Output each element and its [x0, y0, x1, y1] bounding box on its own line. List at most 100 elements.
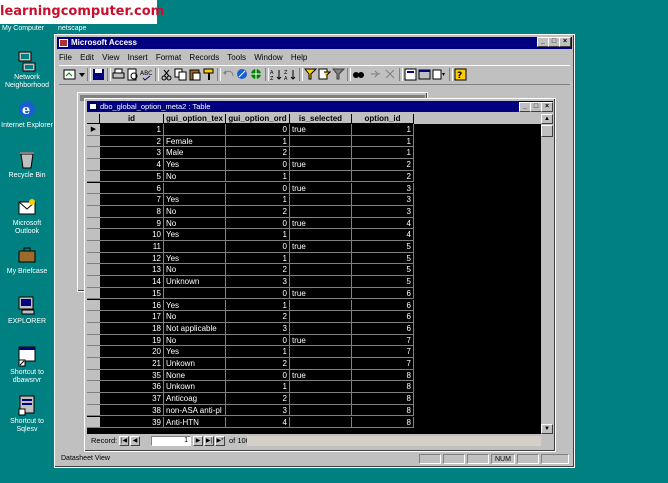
help-icon[interactable]: ?: [454, 68, 467, 81]
table-row[interactable]: 37 Anticoag 2 8: [87, 393, 541, 405]
cell-id[interactable]: 20: [100, 346, 164, 358]
cell-gui-option-text[interactable]: non-ASA anti-pl: [164, 404, 226, 417]
table-row[interactable]: 20 Yes 1 7: [87, 346, 541, 358]
record-selector[interactable]: [87, 147, 100, 160]
cell-gui-option-order[interactable]: 2: [226, 205, 290, 218]
cell-option-id[interactable]: 4: [352, 217, 414, 230]
save-icon[interactable]: [92, 68, 105, 81]
table-row[interactable]: 15 0 true 6: [87, 287, 541, 300]
cell-id[interactable]: 8: [100, 205, 164, 218]
desktop-icon-outlook[interactable]: Microsoft Outlook: [0, 196, 54, 236]
cell-gui-option-text[interactable]: No: [164, 205, 226, 218]
menu-window[interactable]: Window: [254, 53, 282, 62]
record-selector[interactable]: [87, 334, 100, 347]
cell-is-selected[interactable]: [290, 170, 352, 183]
cell-id[interactable]: 35: [100, 369, 164, 382]
cell-option-id[interactable]: 8: [352, 416, 414, 429]
cell-gui-option-order[interactable]: 0: [226, 182, 290, 195]
cell-id[interactable]: 10: [100, 229, 164, 241]
cell-id[interactable]: 36: [100, 381, 164, 394]
cell-gui-option-text[interactable]: None: [164, 369, 226, 382]
datasheet-grid[interactable]: id gui_option_tex gui_option_ord is_sele…: [87, 114, 541, 434]
cell-gui-option-text[interactable]: Yes: [164, 159, 226, 171]
cell-id[interactable]: 15: [100, 287, 164, 300]
table-titlebar[interactable]: dbo_global_option_meta2 : Table: [87, 101, 553, 112]
cell-is-selected[interactable]: true: [290, 182, 352, 195]
delete-record-icon[interactable]: [384, 68, 397, 81]
record-selector[interactable]: [87, 404, 100, 417]
table-row[interactable]: 35 None 0 true 8: [87, 369, 541, 382]
menu-file[interactable]: File: [59, 53, 72, 62]
last-record-button[interactable]: ▶|: [204, 436, 214, 446]
cell-gui-option-text[interactable]: [164, 287, 226, 300]
cell-id[interactable]: 16: [100, 299, 164, 312]
cell-id[interactable]: 4: [100, 159, 164, 171]
cell-is-selected[interactable]: [290, 358, 352, 370]
cell-id[interactable]: 12: [100, 252, 164, 265]
cell-is-selected[interactable]: [290, 311, 352, 323]
record-selector[interactable]: [87, 217, 100, 230]
cell-is-selected[interactable]: [290, 147, 352, 160]
record-selector[interactable]: [87, 346, 100, 358]
record-selector[interactable]: [87, 205, 100, 218]
column-header-is-selected[interactable]: is_selected: [290, 114, 352, 124]
cell-gui-option-text[interactable]: Yes: [164, 346, 226, 358]
spelling-icon[interactable]: ABC: [140, 68, 153, 81]
record-selector[interactable]: [87, 252, 100, 265]
next-record-button[interactable]: ▶: [193, 436, 203, 446]
desktop-icon-shortcut-sqlesv[interactable]: Shortcut to Sqlesv: [0, 394, 54, 434]
cell-gui-option-text[interactable]: No: [164, 334, 226, 347]
cell-is-selected[interactable]: [290, 299, 352, 312]
cell-is-selected[interactable]: [290, 229, 352, 241]
table-row[interactable]: 13 No 2 5: [87, 264, 541, 277]
cell-option-id[interactable]: 8: [352, 393, 414, 405]
cell-gui-option-order[interactable]: 3: [226, 322, 290, 335]
cell-is-selected[interactable]: true: [290, 369, 352, 382]
first-record-button[interactable]: |◀: [119, 436, 129, 446]
previous-record-button[interactable]: ◀: [130, 436, 140, 446]
cell-id[interactable]: 9: [100, 217, 164, 230]
cell-gui-option-text[interactable]: Yes: [164, 299, 226, 312]
cell-id[interactable]: 39: [100, 416, 164, 429]
copy-icon[interactable]: [174, 68, 187, 81]
table-row[interactable]: 16 Yes 1 6: [87, 299, 541, 312]
cell-id[interactable]: 19: [100, 334, 164, 347]
cell-id[interactable]: 5: [100, 170, 164, 183]
cell-id[interactable]: 3: [100, 147, 164, 160]
record-selector[interactable]: [87, 170, 100, 183]
record-selector[interactable]: [87, 299, 100, 312]
cell-is-selected[interactable]: [290, 276, 352, 288]
table-row[interactable]: 11 0 true 5: [87, 241, 541, 253]
cell-gui-option-text[interactable]: Unknown: [164, 276, 226, 288]
cell-gui-option-order[interactable]: 0: [226, 334, 290, 347]
select-all-corner[interactable]: [87, 114, 100, 124]
cell-gui-option-text[interactable]: Unkown: [164, 381, 226, 394]
cell-id[interactable]: 38: [100, 404, 164, 417]
cell-is-selected[interactable]: [290, 205, 352, 218]
cell-option-id[interactable]: 1: [352, 147, 414, 160]
cell-option-id[interactable]: 5: [352, 264, 414, 277]
desktop-icon-shortcut-dbawsrvr[interactable]: Shortcut to dbawsrvr: [0, 345, 54, 385]
new-object-icon[interactable]: [432, 68, 445, 81]
desktop-icon-briefcase[interactable]: My Briefcase: [0, 244, 54, 276]
record-selector[interactable]: [87, 322, 100, 335]
cell-option-id[interactable]: 4: [352, 229, 414, 241]
desktop-icon-ie[interactable]: e Internet Explorer: [0, 98, 54, 130]
record-selector[interactable]: [87, 276, 100, 288]
cell-id[interactable]: 37: [100, 393, 164, 405]
table-row[interactable]: 39 Anti-HTN 4 8: [87, 416, 541, 429]
apply-filter-icon[interactable]: [331, 68, 346, 81]
cell-option-id[interactable]: 8: [352, 381, 414, 394]
insert-hyperlink-icon[interactable]: [236, 68, 249, 81]
desktop-icon-network[interactable]: Network Neighborhood: [0, 50, 54, 90]
cell-gui-option-text[interactable]: Yes: [164, 194, 226, 206]
cell-gui-option-order[interactable]: 2: [226, 311, 290, 323]
cell-gui-option-text[interactable]: Anticoag: [164, 393, 226, 405]
cell-gui-option-order[interactable]: 1: [226, 346, 290, 358]
close-button[interactable]: ×: [559, 37, 571, 47]
cell-gui-option-text[interactable]: No: [164, 170, 226, 183]
table-row[interactable]: 9 No 0 true 4: [87, 217, 541, 230]
record-selector[interactable]: [87, 287, 100, 300]
cell-option-id[interactable]: 7: [352, 346, 414, 358]
cell-is-selected[interactable]: true: [290, 334, 352, 347]
